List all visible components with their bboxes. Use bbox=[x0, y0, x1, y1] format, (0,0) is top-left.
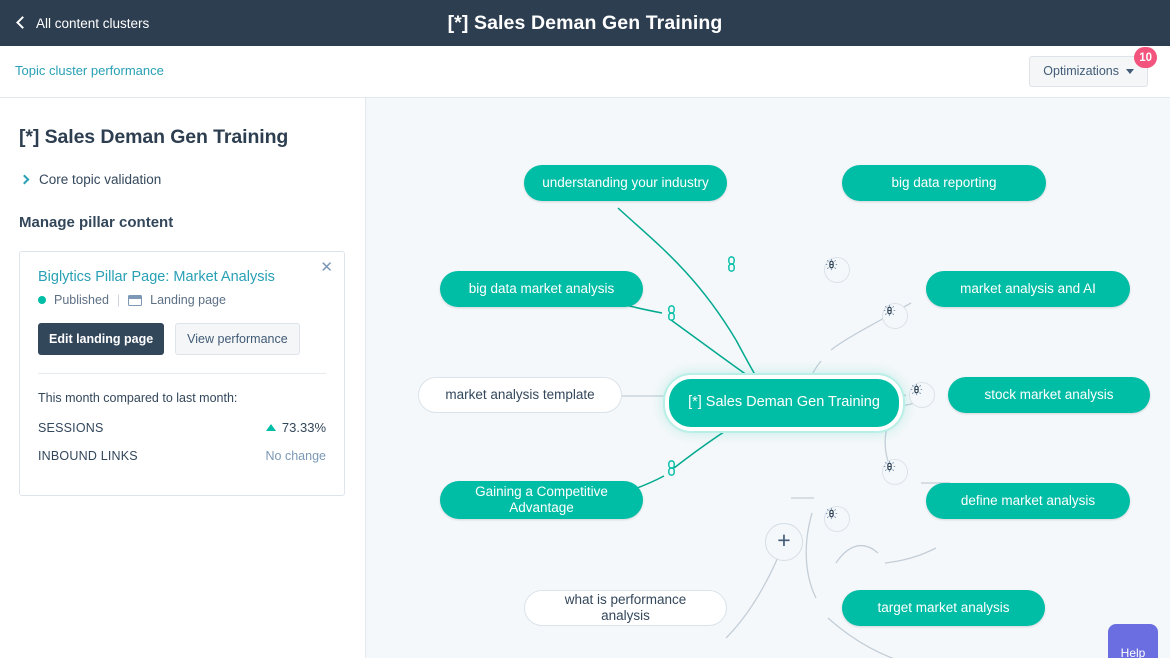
node-market-analysis-template[interactable]: market analysis template bbox=[418, 377, 622, 413]
breadcrumb-topic-cluster-performance[interactable]: Topic cluster performance bbox=[15, 63, 164, 78]
edge-badge-broken-link-4[interactable] bbox=[882, 459, 908, 485]
edit-landing-page-button[interactable]: Edit landing page bbox=[38, 323, 165, 355]
stat-row-sessions: SESSIONS 73.33% bbox=[38, 420, 326, 435]
optimizations-count-badge: 10 bbox=[1134, 47, 1157, 68]
broken-link-icon bbox=[883, 460, 896, 473]
help-button[interactable]: Help bbox=[1108, 624, 1158, 658]
broken-link-icon bbox=[910, 383, 923, 396]
publish-status-label: Published bbox=[54, 293, 109, 307]
pillar-content-card: ✕ Biglytics Pillar Page: Market Analysis… bbox=[19, 251, 345, 496]
edge-badge-broken-link-5[interactable] bbox=[824, 506, 850, 532]
node-target-market-analysis[interactable]: target market analysis bbox=[842, 590, 1045, 626]
optimizations-button-wrapper: Optimizations 10 bbox=[1029, 47, 1157, 87]
node-label: what is performance analysis bbox=[564, 592, 687, 623]
node-label: target market analysis bbox=[877, 600, 1010, 616]
add-node-button[interactable]: + bbox=[765, 523, 803, 561]
link-icon bbox=[668, 305, 675, 321]
node-label: Gaining a Competitive Advantage bbox=[475, 484, 608, 515]
inbound-links-label: INBOUND LINKS bbox=[38, 449, 138, 463]
edge-badge5-center bbox=[805, 512, 817, 599]
help-button-label: Help bbox=[1120, 646, 1146, 658]
edge-define-market bbox=[835, 544, 879, 564]
node-label: big data market analysis bbox=[468, 281, 615, 297]
close-icon[interactable]: ✕ bbox=[320, 260, 333, 275]
broken-link-icon bbox=[825, 258, 838, 271]
optimizations-label: Optimizations bbox=[1043, 64, 1119, 78]
link-glyph-1[interactable] bbox=[726, 256, 740, 274]
status-dot-icon bbox=[38, 296, 46, 304]
node-market-analysis-and-ai[interactable]: market analysis and AI bbox=[926, 271, 1130, 307]
node-big-data-reporting[interactable]: big data reporting bbox=[842, 165, 1046, 201]
pillar-page-meta: Published | Landing page bbox=[38, 293, 326, 307]
left-sidebar: [*] Sales Deman Gen Training Core topic … bbox=[0, 98, 366, 658]
sub-header-bar: Topic cluster performance Optimizations … bbox=[0, 46, 1170, 98]
optimizations-button[interactable]: Optimizations bbox=[1029, 56, 1148, 87]
node-stock-market-analysis[interactable]: stock market analysis bbox=[948, 377, 1150, 413]
landing-page-icon bbox=[128, 294, 143, 306]
inbound-links-value: No change bbox=[265, 449, 326, 463]
stat-row-inbound-links: INBOUND LINKS No change bbox=[38, 449, 326, 463]
node-define-market-analysis[interactable]: define market analysis bbox=[926, 483, 1130, 519]
page-title: [*] Sales Deman Gen Training bbox=[447, 11, 723, 34]
link-glyph-3[interactable] bbox=[666, 460, 680, 478]
chevron-left-icon bbox=[16, 16, 29, 29]
caret-down-icon bbox=[1126, 68, 1134, 74]
sessions-label: SESSIONS bbox=[38, 420, 104, 435]
sidebar-cluster-title: [*] Sales Deman Gen Training bbox=[19, 126, 289, 148]
node-big-data-market-analysis[interactable]: big data market analysis bbox=[440, 271, 643, 307]
back-link-label: All content clusters bbox=[36, 15, 150, 31]
broken-link-icon bbox=[825, 507, 838, 520]
edge-badge-broken-link-3[interactable] bbox=[909, 382, 935, 408]
sidebar-item-core-topic-validation[interactable]: Core topic validation bbox=[19, 172, 345, 187]
node-label: market analysis and AI bbox=[960, 281, 1096, 297]
comparison-period-label: This month compared to last month: bbox=[38, 391, 238, 405]
broken-link-icon bbox=[883, 304, 896, 317]
triangle-up-icon bbox=[265, 424, 276, 431]
node-label: big data reporting bbox=[891, 175, 997, 191]
top-app-bar: All content clusters [*] Sales Deman Gen… bbox=[0, 0, 1170, 46]
back-to-all-clusters-link[interactable]: All content clusters bbox=[16, 0, 150, 46]
node-label: understanding your industry bbox=[542, 175, 709, 191]
node-label: market analysis template bbox=[445, 387, 595, 403]
link-glyph-2[interactable] bbox=[666, 305, 680, 323]
meta-separator: | bbox=[116, 293, 121, 307]
topic-cluster-map-canvas[interactable]: [*] Sales Deman Gen Training understandi… bbox=[366, 98, 1170, 658]
center-node[interactable]: [*] Sales Deman Gen Training bbox=[669, 379, 899, 427]
pillar-card-actions: Edit landing page View performance bbox=[38, 323, 326, 355]
edge-badge-broken-link-2[interactable] bbox=[882, 303, 908, 329]
edge-define-market-b bbox=[884, 547, 937, 564]
node-gaining-a-competitive-advantage[interactable]: Gaining a Competitive Advantage bbox=[440, 481, 643, 519]
card-divider bbox=[38, 373, 326, 374]
plus-icon: + bbox=[777, 527, 791, 553]
chevron-right-icon bbox=[19, 174, 30, 185]
node-label: stock market analysis bbox=[984, 387, 1114, 403]
manage-pillar-content-heading: Manage pillar content bbox=[19, 214, 174, 231]
link-icon bbox=[728, 256, 735, 272]
node-label: define market analysis bbox=[960, 493, 1096, 509]
page-type-label: Landing page bbox=[150, 293, 226, 307]
link-icon bbox=[668, 460, 675, 476]
view-performance-button[interactable]: View performance bbox=[175, 323, 300, 355]
core-topic-validation-label: Core topic validation bbox=[39, 172, 162, 187]
node-what-is-performance-analysis[interactable]: what is performance analysis bbox=[524, 590, 727, 626]
sessions-value: 73.33% bbox=[281, 420, 326, 435]
pillar-page-link[interactable]: Biglytics Pillar Page: Market Analysis bbox=[38, 269, 326, 285]
center-node-label: [*] Sales Deman Gen Training bbox=[688, 394, 880, 411]
edge-badge-broken-link-1[interactable] bbox=[824, 257, 850, 283]
node-understanding-your-industry[interactable]: understanding your industry bbox=[524, 165, 727, 201]
sessions-value-wrap: 73.33% bbox=[265, 420, 326, 435]
